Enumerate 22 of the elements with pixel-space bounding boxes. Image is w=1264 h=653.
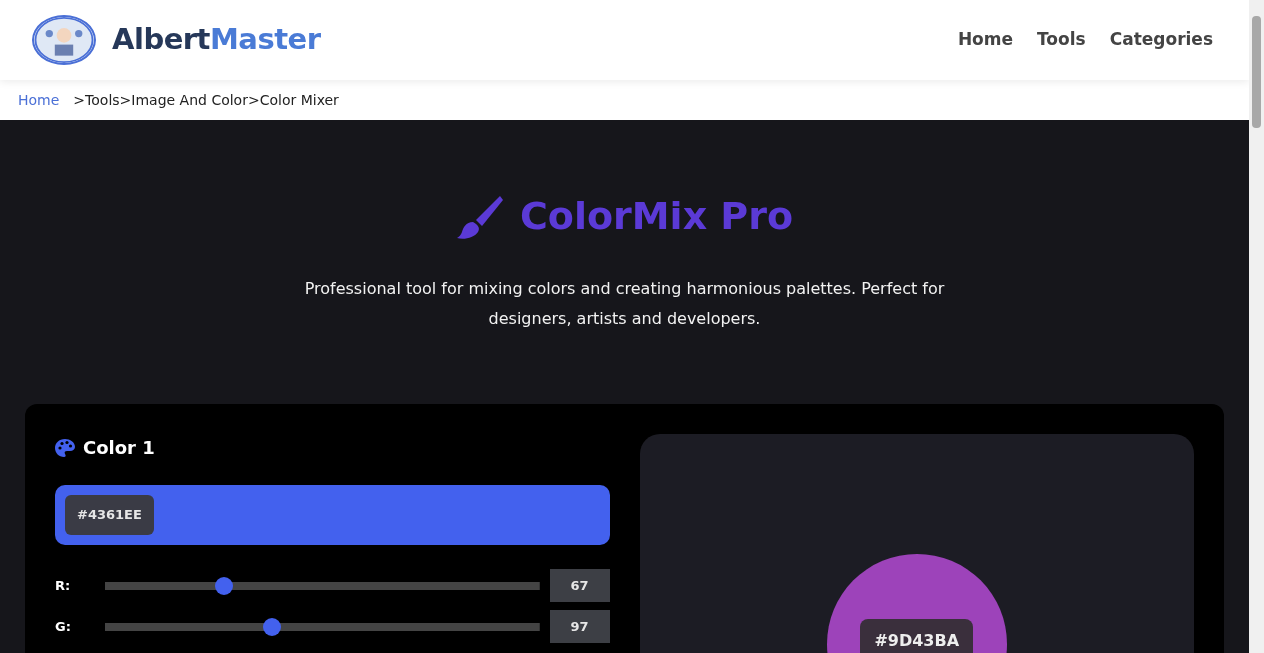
- app-description: Professional tool for mixing colors and creating harmonious palettes. Perfect for designers, artists and developers.: [303, 278, 946, 330]
- nav-link[interactable]: Home: [957, 27, 1014, 53]
- logo-text[interactable]: AlbertMaster: [112, 18, 321, 62]
- nav-link[interactable]: Categories: [1109, 27, 1213, 53]
- nav-link[interactable]: Tools: [1037, 27, 1086, 53]
- scrollbar[interactable]: [1249, 0, 1264, 653]
- breadcrumb-link[interactable]: Home: [18, 89, 60, 111]
- channel-label: R:: [55, 576, 72, 595]
- slider-thumb[interactable]: [263, 617, 282, 636]
- palette-icon: [55, 437, 75, 458]
- breadcrumb-item: >Tools: [73, 90, 120, 110]
- paintbrush-icon: [455, 194, 504, 240]
- hex-label: #4361EE: [65, 495, 154, 535]
- app-title: ColorMix Pro: [519, 194, 794, 240]
- channel-value-field[interactable]: 97: [549, 610, 610, 643]
- channel-value-field[interactable]: 67: [549, 569, 610, 602]
- hex-label: #9D43BA: [860, 619, 974, 653]
- slider-thumb[interactable]: [214, 576, 233, 595]
- breadcrumb-item: >Image And Color: [119, 90, 248, 110]
- color-heading: Color 1: [83, 436, 155, 460]
- channel-label: G:: [55, 617, 72, 636]
- breadcrumb-item: >Color Mixer: [247, 90, 339, 110]
